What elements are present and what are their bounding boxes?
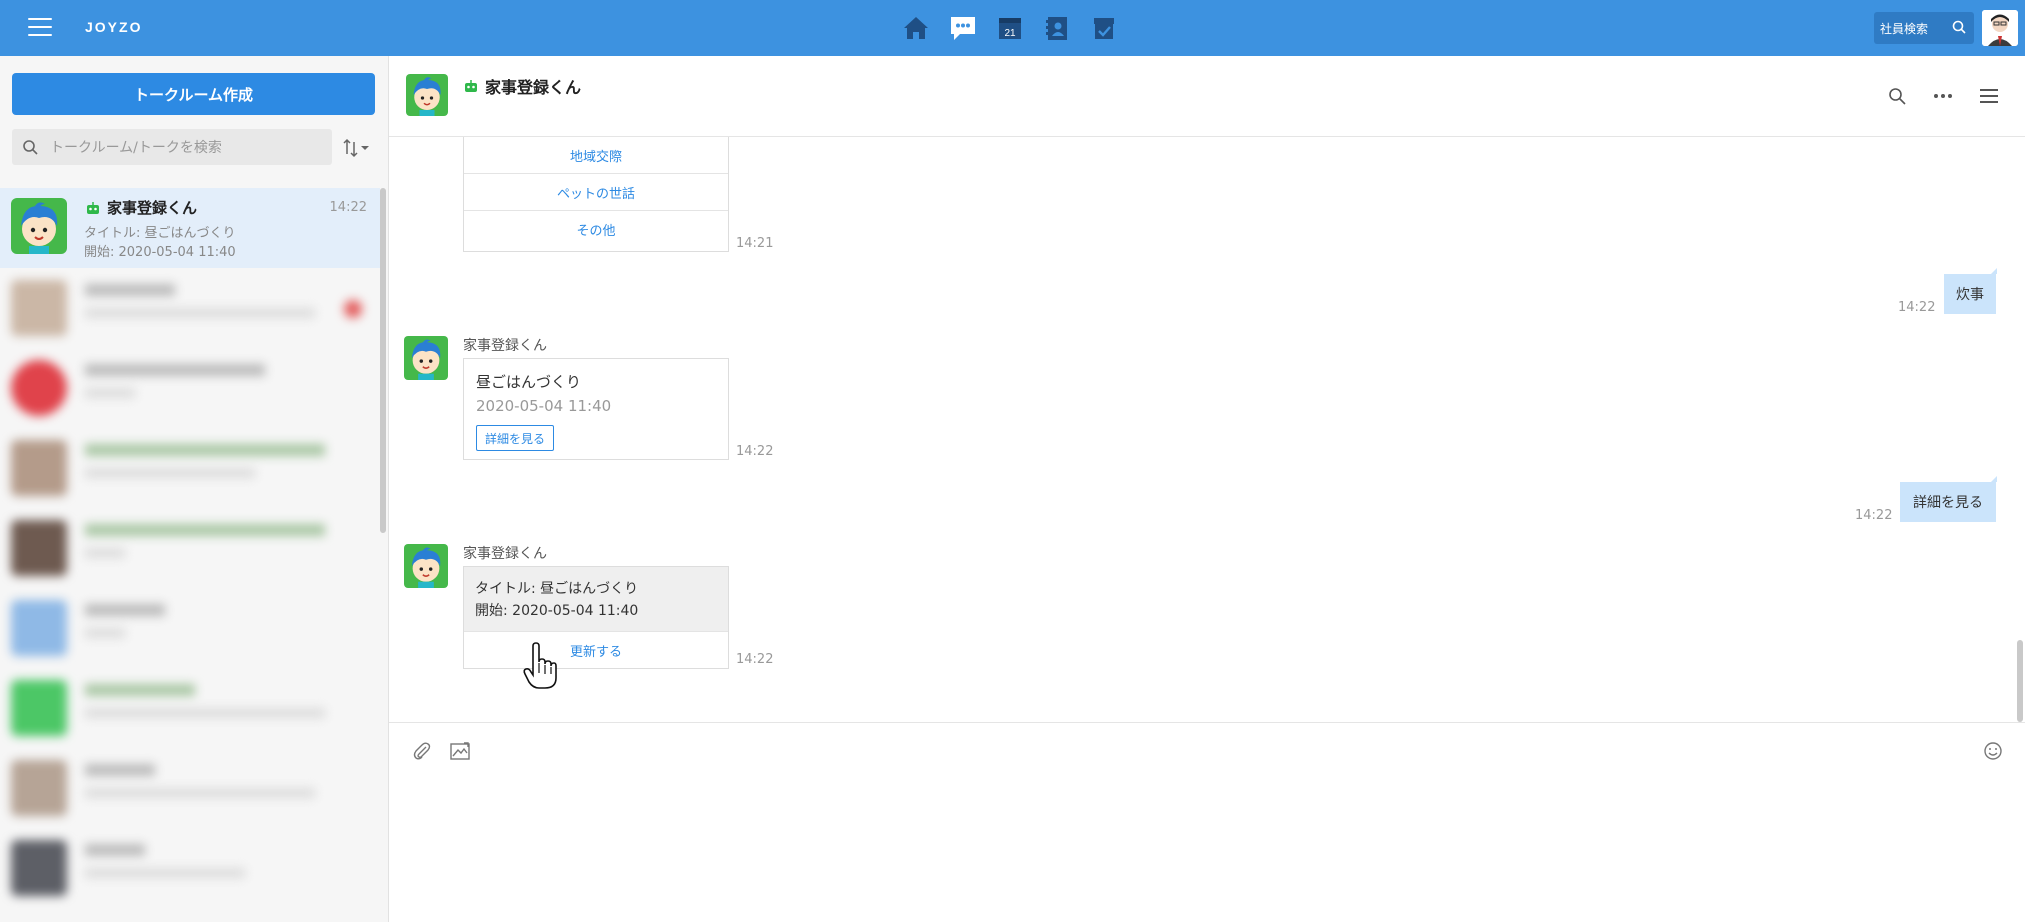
- sidebar: トークルーム作成 家事登録くん 14:22 タイトル: 昼ごはんづくり 開始: …: [0, 56, 389, 922]
- avatar: [11, 680, 67, 736]
- message-sender: 家事登録くん: [463, 338, 547, 354]
- summary-title: タイトル: 昼ごはんづくり: [475, 581, 639, 597]
- chat-header: 家事登録くん: [389, 56, 2025, 137]
- chat-messages: 地域交際 ペットの世話 その他 14:21 14:22 炊事 家事登録くん 昼ご…: [389, 137, 2019, 722]
- hamburger-menu-icon[interactable]: [28, 18, 52, 38]
- employee-search-button[interactable]: 社員検索: [1874, 12, 1974, 44]
- talkroom-item[interactable]: [0, 270, 380, 350]
- talkroom-item[interactable]: [0, 430, 380, 510]
- bot-avatar: [406, 74, 448, 116]
- talkroom-item[interactable]: [0, 750, 380, 830]
- calendar-icon[interactable]: 21: [994, 12, 1026, 44]
- image-icon[interactable]: [449, 740, 471, 762]
- avatar: [11, 520, 67, 576]
- search-icon[interactable]: [1887, 86, 1907, 106]
- bot-menu-card: 地域交際 ペットの世話 その他: [463, 137, 729, 252]
- summary-body: タイトル: 昼ごはんづくり 開始: 2020-05-04 11:40: [464, 567, 728, 631]
- talkroom-search-input[interactable]: [48, 135, 322, 161]
- view-details-button[interactable]: 詳細を見る: [476, 425, 554, 451]
- message-time: 14:21: [736, 236, 774, 251]
- bot-icon: [465, 80, 477, 92]
- message-composer: [389, 722, 2025, 923]
- app-switcher: 21: [900, 12, 1120, 44]
- menu-option[interactable]: ペットの世話: [464, 174, 728, 211]
- room-name-text: 家事登録くん: [107, 199, 198, 217]
- menu-icon[interactable]: [1979, 86, 1999, 106]
- talkroom-item[interactable]: [0, 350, 380, 430]
- sidebar-scrollbar[interactable]: [380, 188, 386, 533]
- hand-cursor-icon: [523, 642, 557, 690]
- sort-button[interactable]: [340, 136, 374, 160]
- avatar: [11, 840, 67, 896]
- message-time: 14:22: [1855, 508, 1893, 523]
- room-name: 家事登録くん: [85, 197, 197, 218]
- sort-icon: [343, 138, 369, 158]
- menu-option[interactable]: その他: [464, 211, 728, 247]
- chat-title: 家事登録くん: [463, 74, 581, 98]
- employee-search-label: 社員検索: [1880, 22, 1929, 36]
- avatar: [11, 440, 67, 496]
- user-message-bubble: 詳細を見る: [1900, 476, 1997, 522]
- room-time: 14:22: [329, 200, 367, 215]
- bot-icon: [87, 201, 99, 214]
- talkroom-item[interactable]: [0, 830, 380, 910]
- chat-scrollbar[interactable]: [2017, 640, 2023, 722]
- top-bar: JOYZO 21 社員検索: [0, 0, 2025, 56]
- search-icon: [23, 140, 38, 155]
- update-button[interactable]: 更新する: [464, 631, 728, 668]
- home-icon[interactable]: [900, 12, 932, 44]
- bot-avatar: [404, 544, 448, 588]
- user-message-bubble: 炊事: [1944, 268, 1997, 314]
- message-sender: 家事登録くん: [463, 546, 547, 562]
- talkroom-search: [12, 129, 332, 165]
- bot-avatar: [404, 336, 448, 380]
- search-icon: [1952, 20, 1966, 34]
- chat-icon[interactable]: [947, 12, 979, 44]
- more-icon[interactable]: [1933, 86, 1953, 106]
- chat-title-text: 家事登録くん: [485, 78, 582, 97]
- bot-event-card: 昼ごはんづくり 2020-05-04 11:40 詳細を見る: [463, 358, 729, 460]
- talkroom-item[interactable]: [0, 510, 380, 590]
- menu-option[interactable]: 地域交際: [464, 137, 728, 174]
- summary-start: 開始: 2020-05-04 11:40: [475, 603, 639, 619]
- event-date: 2020-05-04 11:40: [476, 397, 612, 415]
- task-icon[interactable]: [1088, 12, 1120, 44]
- message-input[interactable]: [409, 775, 2003, 909]
- contacts-icon[interactable]: [1041, 12, 1073, 44]
- talkroom-item[interactable]: [0, 590, 380, 670]
- talkroom-item-active[interactable]: 家事登録くん 14:22 タイトル: 昼ごはんづくり 開始: 2020-05-0…: [0, 188, 380, 268]
- room-preview-line-1: タイトル: 昼ごはんづくり: [84, 226, 236, 241]
- create-talkroom-button[interactable]: トークルーム作成: [12, 73, 375, 115]
- talkroom-item[interactable]: [0, 670, 380, 750]
- avatar: [11, 360, 67, 416]
- emoji-icon[interactable]: [1982, 740, 2004, 762]
- calendar-day: 21: [1004, 28, 1016, 39]
- event-title: 昼ごはんづくり: [476, 373, 582, 391]
- chat-header-actions: [1887, 86, 1999, 106]
- attachment-icon[interactable]: [411, 740, 433, 762]
- bot-avatar: [11, 198, 67, 254]
- avatar: [11, 760, 67, 816]
- avatar: [11, 280, 67, 336]
- room-preview-line-2: 開始: 2020-05-04 11:40: [84, 245, 236, 260]
- talkroom-list: 家事登録くん 14:22 タイトル: 昼ごはんづくり 開始: 2020-05-0…: [0, 188, 380, 922]
- avatar: [11, 600, 67, 656]
- bot-summary-card: タイトル: 昼ごはんづくり 開始: 2020-05-04 11:40 更新する: [463, 566, 729, 669]
- user-avatar[interactable]: [1982, 10, 2018, 46]
- message-time: 14:22: [736, 652, 774, 667]
- message-time: 14:22: [736, 444, 774, 459]
- app-logo: JOYZO: [85, 19, 143, 35]
- message-time: 14:22: [1898, 300, 1936, 315]
